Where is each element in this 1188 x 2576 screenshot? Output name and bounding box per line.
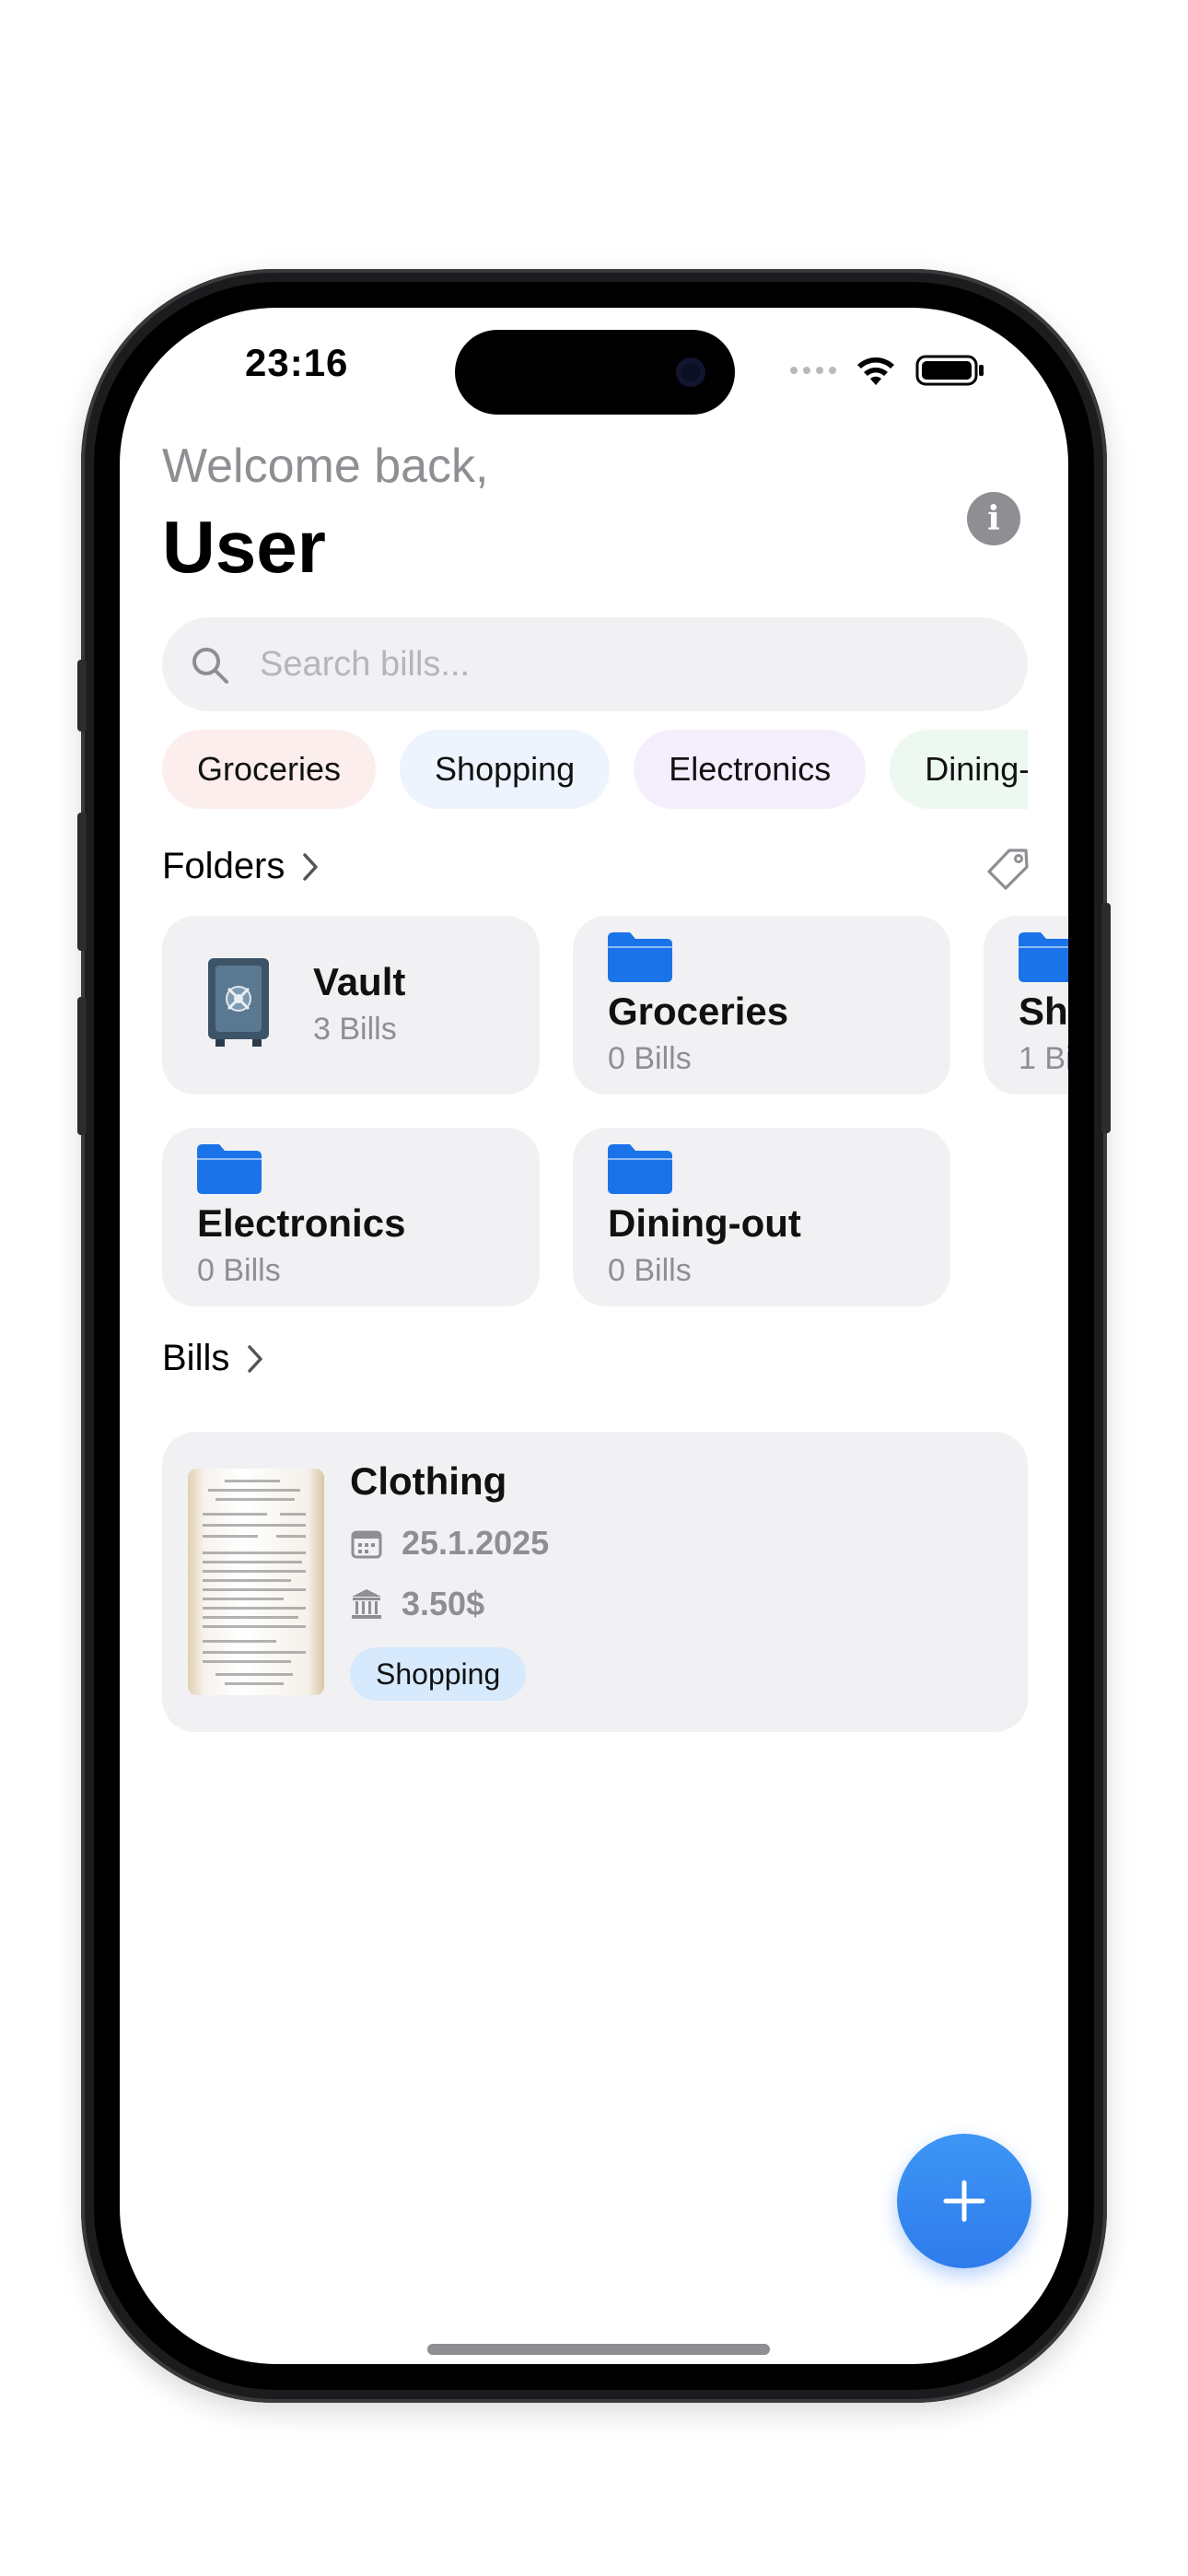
bill-category-badge: Shopping [350, 1647, 527, 1701]
folder-name: Dining-out [608, 1201, 801, 1245]
folder-card-electronics[interactable]: Electronics 0 Bills [162, 1128, 540, 1306]
volume-down-button [77, 997, 87, 1135]
search-input[interactable] [260, 634, 996, 695]
folder-name: Groceries [608, 989, 789, 1033]
calendar-icon [351, 1530, 382, 1559]
folder-icon [608, 932, 672, 982]
folder-name: Vault [313, 960, 406, 1003]
folder-card-vault[interactable]: Vault 3 Bills [162, 916, 540, 1095]
folder-icon [197, 1144, 262, 1194]
user-name-heading: User [162, 506, 326, 588]
folder-icon [1019, 932, 1068, 982]
folder-bill-count: 1 Bill [1019, 1041, 1068, 1076]
folder-bill-count: 0 Bills [197, 1253, 281, 1288]
folders-title: Folders [162, 846, 285, 886]
bank-icon [352, 1589, 381, 1619]
receipt-thumbnail [188, 1469, 324, 1695]
bills-header[interactable]: Bills [162, 1338, 264, 1379]
app-screen: 23:16 Welcome back, User i Groceries Shop… [120, 308, 1068, 2364]
chip-electronics[interactable]: Electronics [634, 730, 867, 809]
chip-groceries[interactable]: Groceries [162, 730, 377, 809]
bill-amount: 3.50$ [402, 1585, 485, 1622]
chip-shopping[interactable]: Shopping [400, 730, 611, 809]
folder-icon [608, 1144, 672, 1194]
signal-icon [790, 367, 836, 374]
status-time: 23:16 [245, 341, 349, 384]
folders-header[interactable]: Folders [162, 846, 320, 887]
search-icon [192, 648, 228, 684]
status-icons [790, 354, 985, 387]
chip-dining-out[interactable]: Dining-out [890, 730, 1028, 809]
bill-amount-row: 3.50$ [350, 1585, 484, 1623]
chevron-right-icon [303, 852, 319, 881]
folder-bill-count: 3 Bills [313, 1012, 397, 1047]
power-button [1101, 903, 1111, 1133]
volume-up-button [77, 813, 87, 951]
welcome-text: Welcome back, [162, 439, 489, 493]
chevron-right-icon [248, 1344, 263, 1373]
search-bar[interactable] [162, 617, 1028, 711]
bill-date-row: 25.1.2025 [350, 1524, 549, 1563]
folder-card-groceries[interactable]: Groceries 0 Bills [573, 916, 950, 1095]
tag-icon[interactable] [985, 846, 1031, 892]
wifi-icon [857, 357, 894, 385]
home-indicator[interactable] [427, 2344, 770, 2355]
action-button [77, 660, 87, 732]
folder-card-shopping[interactable]: Shopping 1 Bill [984, 916, 1068, 1095]
folder-bill-count: 0 Bills [608, 1041, 692, 1076]
dynamic-island [455, 330, 735, 415]
bill-title: Clothing [350, 1459, 507, 1503]
folder-bill-count: 0 Bills [608, 1253, 692, 1288]
plus-icon [943, 2180, 985, 2222]
bills-title: Bills [162, 1338, 230, 1378]
bill-card[interactable]: Clothing 25.1.2025 3.50$ Shopping [162, 1432, 1028, 1732]
folder-card-dining-out[interactable]: Dining-out 0 Bills [573, 1128, 950, 1306]
add-bill-button[interactable] [897, 2134, 1031, 2268]
folder-name: Electronics [197, 1201, 406, 1245]
front-camera [676, 357, 705, 387]
battery-icon [915, 355, 984, 386]
vault-icon [208, 958, 269, 1047]
bill-date: 25.1.2025 [402, 1524, 550, 1562]
info-icon[interactable]: i [967, 492, 1020, 545]
category-filter-chips: Groceries Shopping Electronics Dining-out [162, 730, 1028, 811]
folder-name: Shopping [1019, 989, 1068, 1033]
